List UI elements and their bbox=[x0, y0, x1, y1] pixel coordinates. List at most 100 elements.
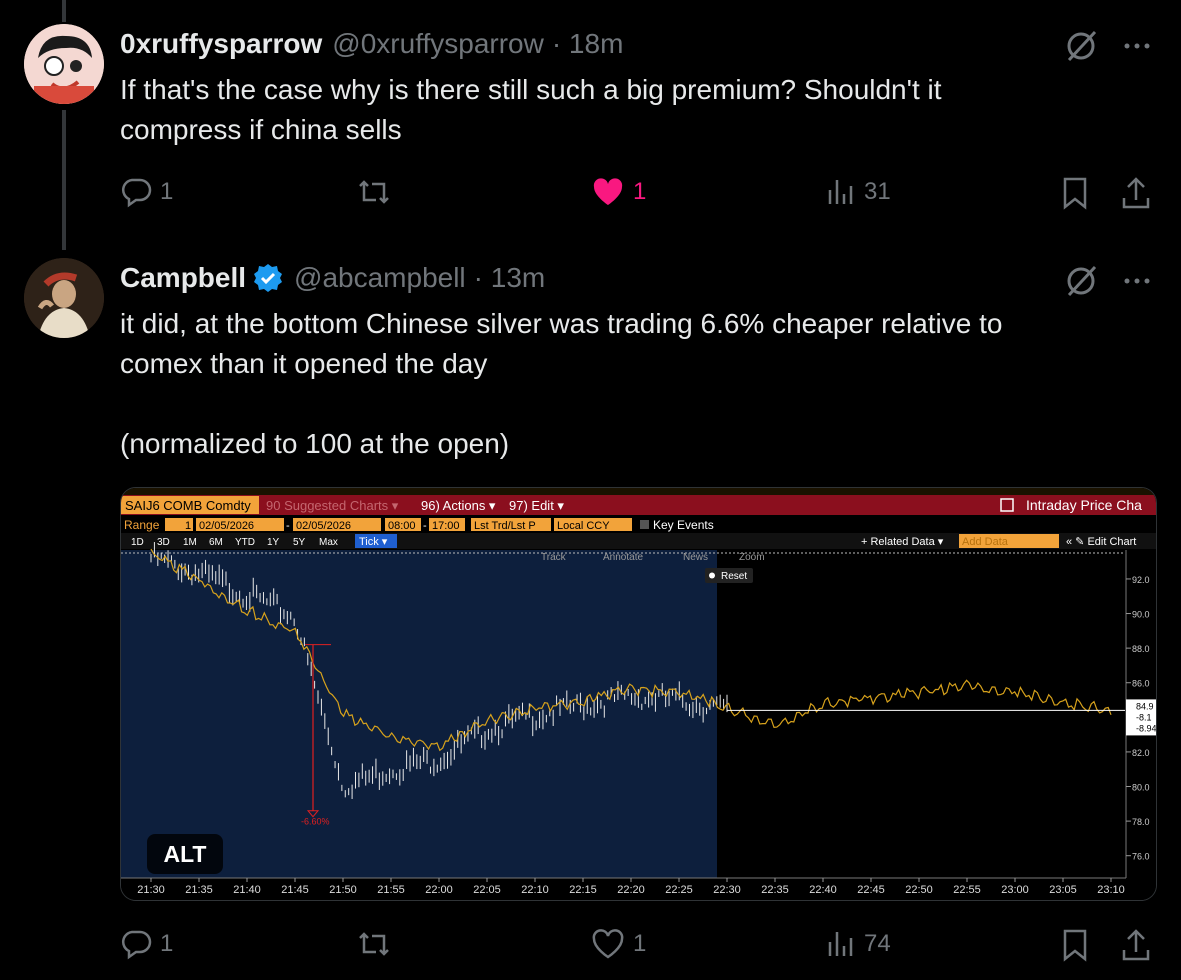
like-count: 1 bbox=[633, 930, 647, 957]
views-button[interactable]: 31 bbox=[826, 176, 891, 208]
reset-button[interactable]: Reset bbox=[721, 571, 747, 582]
y-tick-label: 78.0 bbox=[1132, 817, 1150, 827]
period-button-1d[interactable]: 1D bbox=[131, 537, 144, 548]
repost-button[interactable] bbox=[356, 928, 392, 960]
reply-count: 1 bbox=[160, 178, 174, 205]
date-from-field[interactable]: 02/05/2026 bbox=[199, 520, 254, 532]
tool-zoom[interactable]: Zoom bbox=[739, 552, 765, 563]
ticker-label[interactable]: SAIJ6 COMB Comdty bbox=[125, 498, 251, 513]
x-tick-label: 21:50 bbox=[329, 884, 357, 896]
grok-icon[interactable] bbox=[1063, 28, 1099, 64]
tool-track[interactable]: Track bbox=[541, 552, 567, 563]
reply-button[interactable]: 1 bbox=[120, 176, 173, 208]
views-icon bbox=[828, 932, 853, 956]
y-tick-label: 80.0 bbox=[1132, 783, 1150, 793]
period-button-1y[interactable]: 1Y bbox=[267, 537, 280, 548]
period-button-6m[interactable]: 6M bbox=[209, 537, 223, 548]
tweet-image-chart[interactable]: SAIJ6 COMB Comdty 90 Suggested Charts ▾ … bbox=[120, 487, 1157, 901]
share-button[interactable] bbox=[1120, 928, 1152, 962]
more-icon[interactable] bbox=[1121, 30, 1153, 62]
x-tick-label: 22:05 bbox=[473, 884, 501, 896]
y-tick-label: 86.0 bbox=[1132, 679, 1150, 689]
tweet1-header: 0xruffysparrow @0xruffysparrow · 18m bbox=[120, 28, 623, 60]
avatar-0xruffysparrow[interactable] bbox=[24, 24, 104, 104]
bookmark-button[interactable] bbox=[1061, 928, 1089, 962]
svg-text:-: - bbox=[423, 520, 427, 532]
heart-filled-icon bbox=[593, 178, 623, 205]
suggested-charts-label[interactable]: 90 Suggested Charts ▾ bbox=[266, 498, 399, 513]
thread-line-top bbox=[62, 0, 66, 22]
views-icon bbox=[828, 180, 853, 204]
view-count: 74 bbox=[864, 930, 891, 957]
reply-button[interactable]: 1 bbox=[120, 928, 173, 960]
bookmark-button[interactable] bbox=[1061, 176, 1089, 210]
like-button[interactable]: 1 bbox=[591, 176, 646, 208]
bookmark-icon bbox=[1063, 177, 1087, 210]
user-handle[interactable]: @abcampbell bbox=[294, 262, 466, 294]
like-button[interactable]: 1 bbox=[591, 928, 646, 960]
x-tick-label: 22:35 bbox=[761, 884, 789, 896]
views-button[interactable]: 74 bbox=[826, 928, 891, 960]
period-button-5y[interactable]: 5Y bbox=[293, 537, 306, 548]
period-button-max[interactable]: Max bbox=[319, 537, 338, 548]
x-tick-label: 22:30 bbox=[713, 884, 741, 896]
bloomberg-chart: SAIJ6 COMB Comdty 90 Suggested Charts ▾ … bbox=[121, 488, 1156, 900]
related-data-button[interactable]: + Related Data ▾ bbox=[861, 536, 944, 548]
view-count: 31 bbox=[864, 178, 891, 205]
currency-field[interactable]: Local CCY bbox=[557, 520, 610, 532]
display-name[interactable]: 0xruffysparrow bbox=[120, 28, 322, 60]
price-type-field[interactable]: Lst Trd/Lst P bbox=[474, 520, 536, 532]
key-events-label[interactable]: Key Events bbox=[653, 518, 714, 532]
display-name[interactable]: Campbell bbox=[120, 262, 246, 294]
range-number[interactable]: 1 bbox=[185, 520, 191, 532]
x-tick-label: 22:50 bbox=[905, 884, 933, 896]
y-tick-label: 92.0 bbox=[1132, 575, 1150, 585]
x-tick-label: 23:05 bbox=[1049, 884, 1077, 896]
x-tick-label: 22:10 bbox=[521, 884, 549, 896]
share-button[interactable] bbox=[1120, 176, 1152, 210]
y-tick-label: 82.0 bbox=[1132, 748, 1150, 758]
last-value-label: 84.9 bbox=[1136, 701, 1154, 711]
alt-text-badge[interactable]: ALT bbox=[147, 834, 223, 874]
tool-annotate[interactable]: Annotate bbox=[603, 552, 643, 563]
x-tick-label: 21:45 bbox=[281, 884, 309, 896]
timestamp[interactable]: · 18m bbox=[552, 28, 624, 60]
last-value-label: -8.94 bbox=[1136, 723, 1156, 733]
tweet2-text: it did, at the bottom Chinese silver was… bbox=[120, 308, 1003, 459]
x-tick-label: 21:55 bbox=[377, 884, 405, 896]
x-tick-label: 21:35 bbox=[185, 884, 213, 896]
time-from-field[interactable]: 08:00 bbox=[388, 520, 416, 532]
actions-menu[interactable]: 96) Actions ▾ bbox=[421, 498, 496, 513]
reply-icon bbox=[122, 930, 152, 960]
grok-icon[interactable] bbox=[1063, 263, 1099, 299]
thread-line bbox=[62, 110, 66, 250]
x-tick-label: 22:45 bbox=[857, 884, 885, 896]
date-to-field[interactable]: 02/05/2026 bbox=[296, 520, 351, 532]
period-button-3d[interactable]: 3D bbox=[157, 537, 170, 548]
x-tick-label: 22:20 bbox=[617, 884, 645, 896]
x-tick-label: 22:55 bbox=[953, 884, 981, 896]
tweet2-header: Campbell @abcampbell · 13m bbox=[120, 262, 545, 294]
x-tick-label: 22:15 bbox=[569, 884, 597, 896]
edit-chart-button[interactable]: « ✎ Edit Chart bbox=[1066, 536, 1136, 548]
time-to-field[interactable]: 17:00 bbox=[432, 520, 460, 532]
user-handle[interactable]: @0xruffysparrow bbox=[332, 28, 544, 60]
drawdown-label: -6.60% bbox=[301, 817, 330, 827]
chart-window-title: Intraday Price Cha bbox=[1026, 497, 1142, 513]
tick-dropdown[interactable]: Tick ▾ bbox=[359, 536, 388, 548]
share-icon bbox=[1122, 929, 1150, 961]
x-tick-label: 22:00 bbox=[425, 884, 453, 896]
avatar-abcampbell[interactable] bbox=[24, 258, 104, 338]
period-button-1m[interactable]: 1M bbox=[183, 537, 197, 548]
heart-icon bbox=[592, 929, 624, 959]
add-data-field[interactable]: Add Data bbox=[962, 536, 1009, 548]
timestamp[interactable]: · 13m bbox=[474, 262, 546, 294]
more-icon[interactable] bbox=[1121, 265, 1153, 297]
tool-news[interactable]: News bbox=[683, 552, 708, 563]
svg-text:-: - bbox=[286, 520, 290, 532]
edit-menu[interactable]: 97) Edit ▾ bbox=[509, 498, 564, 513]
last-value-label: -8.1 bbox=[1136, 712, 1152, 722]
repost-button[interactable] bbox=[356, 176, 392, 208]
x-tick-label: 21:30 bbox=[137, 884, 165, 896]
period-button-ytd[interactable]: YTD bbox=[235, 537, 255, 548]
